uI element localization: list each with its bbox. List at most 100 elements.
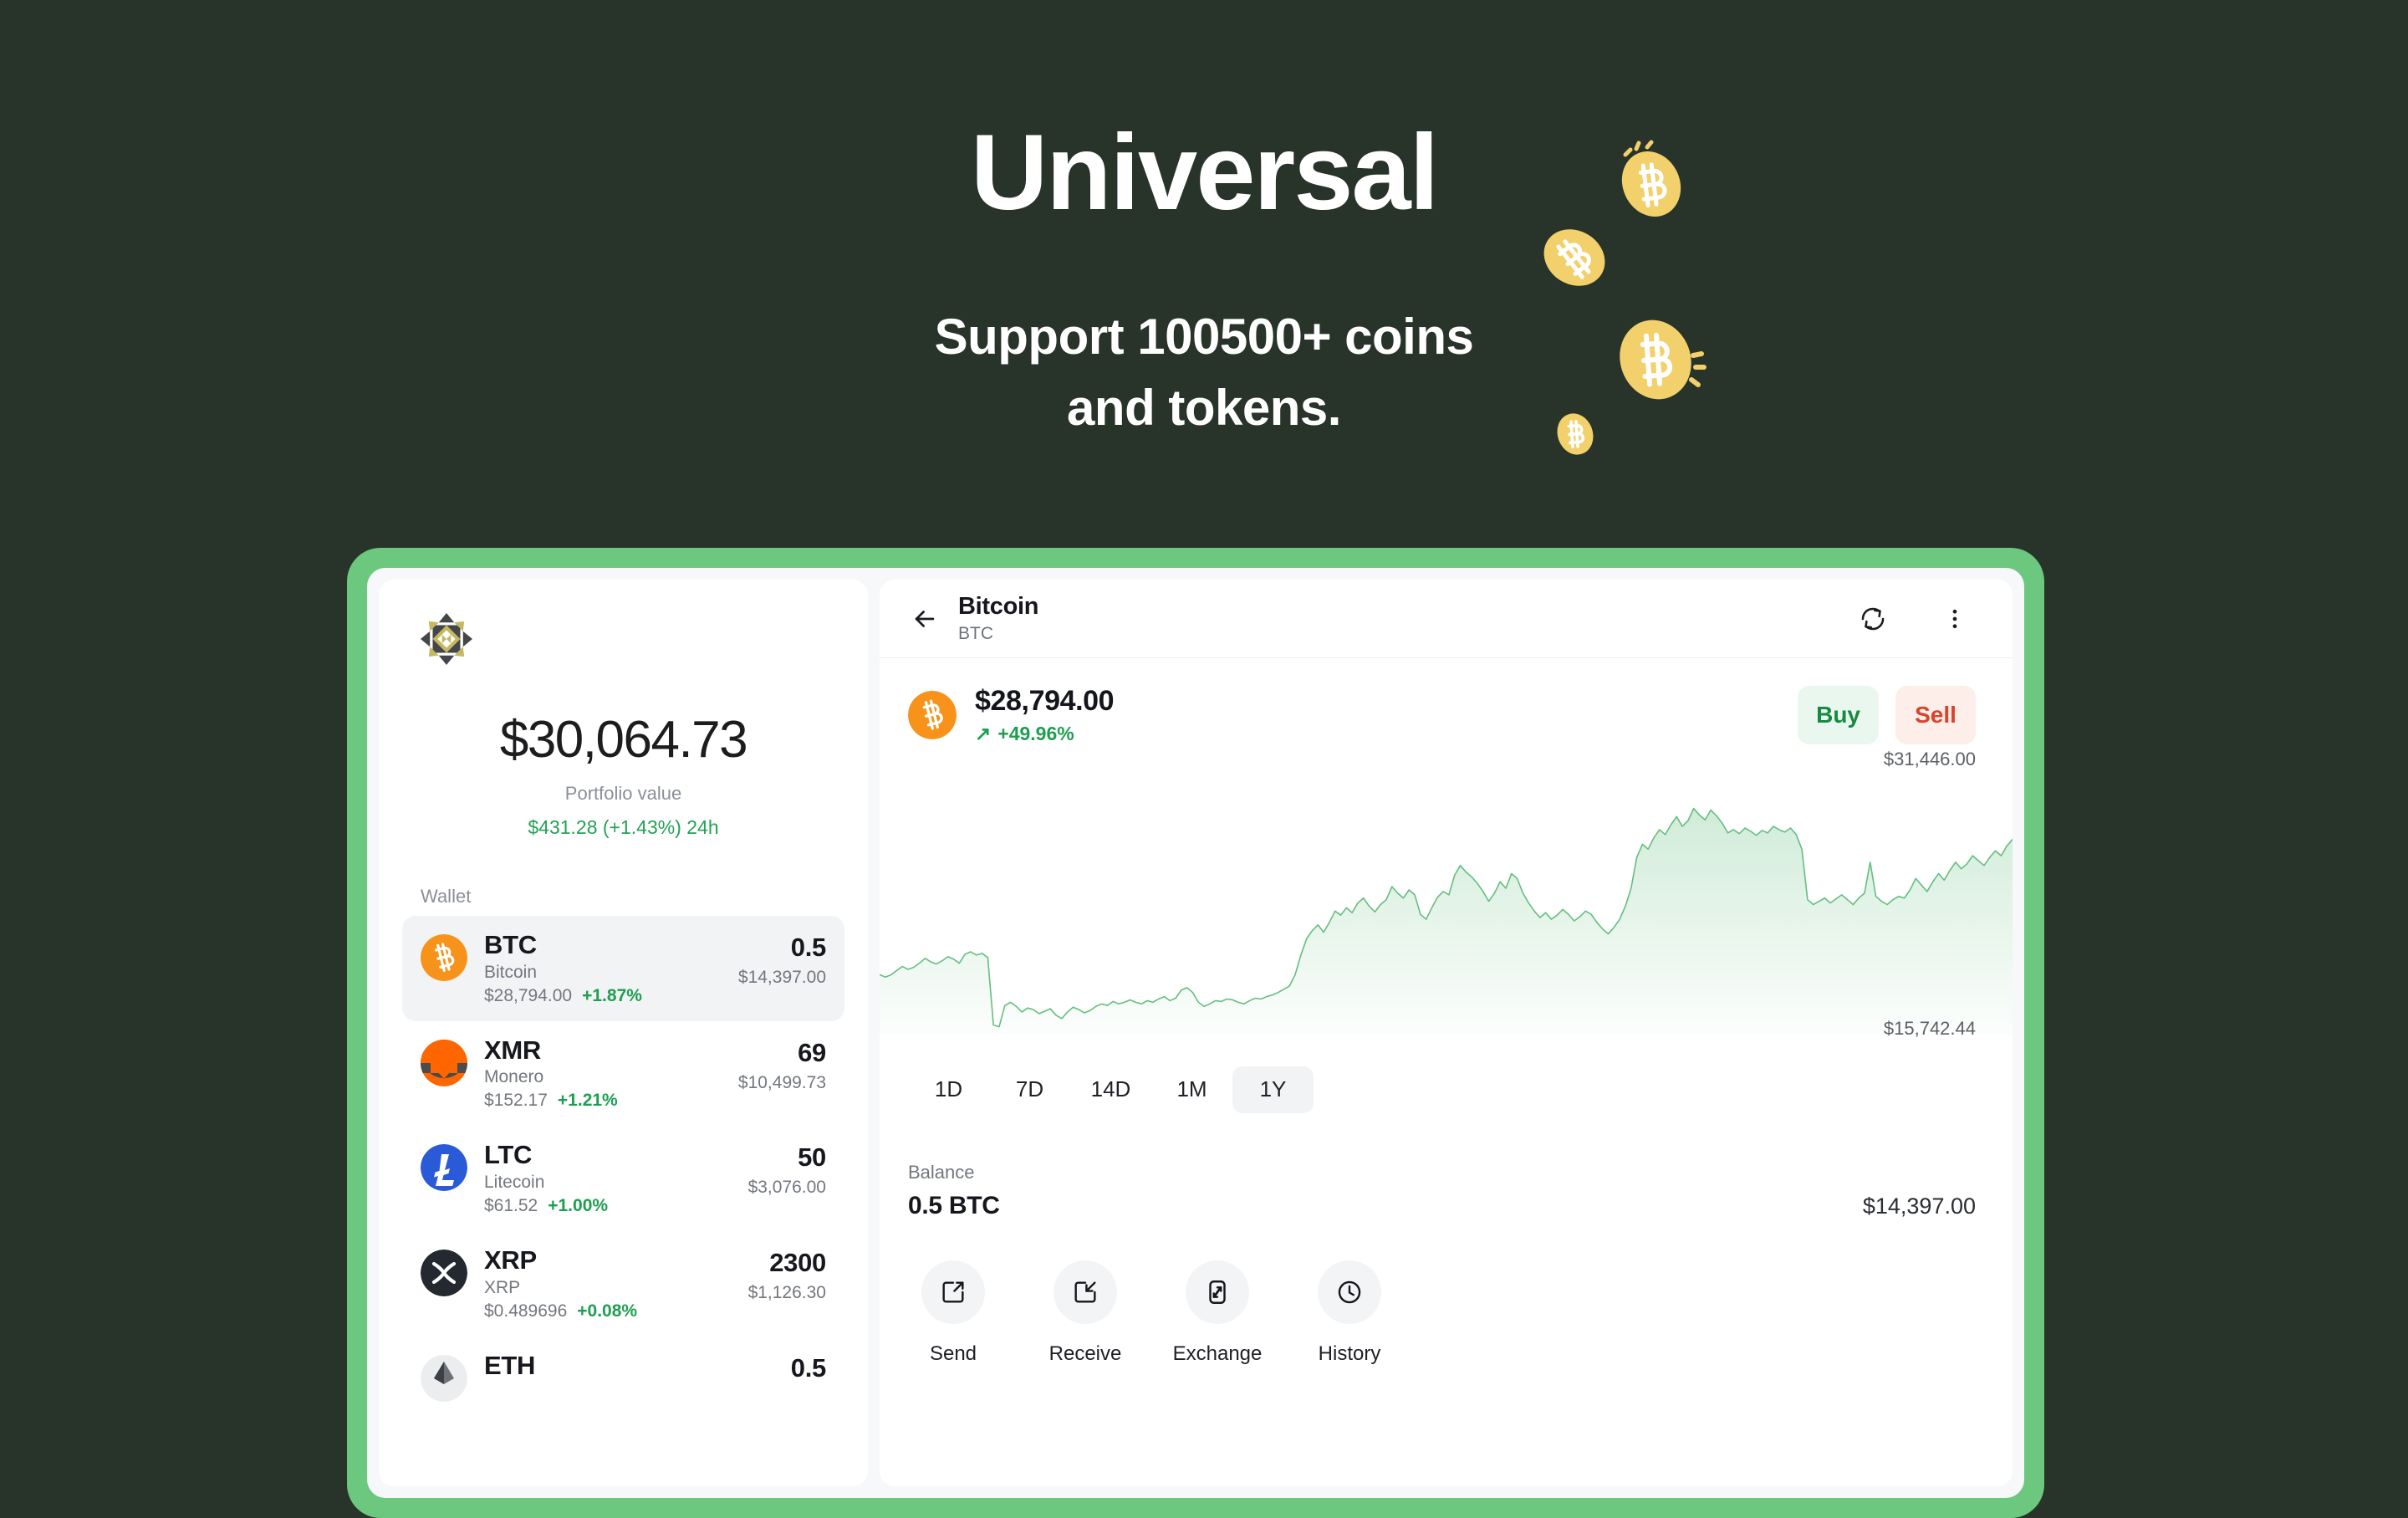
coin-info: XMR Monero $152.17 +1.21%: [484, 1035, 722, 1112]
coin-symbol: ETH: [484, 1350, 536, 1380]
range-7d[interactable]: 7D: [989, 1066, 1070, 1113]
bitcoin-icon: [421, 934, 467, 981]
coin-price-row: $61.52 +1.00%: [484, 1196, 732, 1216]
send-icon-circle: [921, 1260, 985, 1324]
send-button[interactable]: Send: [908, 1260, 998, 1366]
list-item[interactable]: BTC Bitcoin $28,794.00 +1.87% 0.5 $14,397…: [402, 916, 844, 1021]
trend-up-icon: ↗: [975, 722, 992, 744]
history-button[interactable]: History: [1304, 1260, 1395, 1366]
list-item[interactable]: ETH 0.5: [402, 1337, 844, 1417]
asset-price-row: $28,794.00 ↗ +49.96% Buy Sell: [880, 658, 2013, 754]
history-icon: [1338, 1280, 1361, 1303]
asset-title: Bitcoin: [958, 593, 1039, 621]
coin-fiat-value: $14,397.00: [737, 968, 826, 987]
balance-label: Balance: [908, 1161, 975, 1183]
bitcoin-coin-icon-1: [1614, 140, 1689, 222]
coin-info: ETH: [484, 1350, 774, 1381]
price-chart[interactable]: $31,446.00 $15,742.44: [880, 749, 2013, 1039]
exchange-button[interactable]: Exchange: [1172, 1260, 1263, 1366]
refresh-button[interactable]: [1852, 598, 1894, 640]
coin-amount: 69: [798, 1037, 826, 1067]
balance-amount: 0.5 BTC: [908, 1191, 1000, 1219]
asset-price: $28,794.00: [975, 685, 1115, 717]
list-item[interactable]: XRP XRP $0.489696 +0.08% 2300 $1,126.30: [402, 1231, 844, 1337]
bitcoin-icon: [908, 690, 957, 739]
asset-change: ↗ +49.96%: [975, 723, 1798, 745]
coin-change: +1.21%: [557, 1091, 618, 1111]
exchange-label: Exchange: [1172, 1342, 1263, 1365]
range-1d[interactable]: 1D: [908, 1066, 989, 1113]
coin-name: Monero: [484, 1067, 544, 1087]
range-1m[interactable]: 1M: [1151, 1066, 1232, 1113]
bitcoin-coin-icon-4: [1551, 410, 1599, 458]
coin-amount: 0.5: [790, 933, 827, 962]
coin-fiat-value: $10,499.73: [737, 1072, 826, 1092]
wallet-sidebar: $30,064.73 Portfolio value $431.28 (+1.4…: [379, 580, 868, 1486]
chart-high-label: $31,446.00: [1883, 748, 1976, 769]
action-buttons: Send Receive Exchange History: [880, 1220, 2013, 1366]
detail-header: Bitcoin BTC: [880, 580, 2013, 658]
coin-amount: 0.5: [790, 1352, 827, 1383]
page-subtitle: Support 100500+ coins and tokens.: [0, 301, 2408, 443]
exchange-icon: [1209, 1280, 1226, 1304]
balance-fiat: $14,397.00: [1862, 1193, 1976, 1219]
header-titles: Bitcoin BTC: [958, 593, 1852, 644]
coin-price: $61.52: [484, 1196, 538, 1216]
subtitle-line-1: Support 100500+ coins: [934, 309, 1474, 365]
receive-button[interactable]: Receive: [1040, 1260, 1130, 1366]
coin-holdings: 0.5: [790, 1352, 827, 1383]
range-14d[interactable]: 14D: [1070, 1066, 1151, 1113]
history-label: History: [1318, 1342, 1381, 1365]
history-icon-circle: [1318, 1260, 1381, 1324]
asset-detail-panel: Bitcoin BTC $28,794.00 ↗ +49.96% Buy Sel…: [880, 580, 2013, 1486]
coin-amount: 2300: [769, 1248, 826, 1278]
coin-symbol: XRP: [484, 1245, 537, 1275]
coin-price: $0.489696: [484, 1301, 568, 1321]
coin-holdings: 2300 $1,126.30: [747, 1246, 827, 1303]
coin-symbol: XMR: [484, 1035, 541, 1065]
coin-amount: 50: [798, 1142, 826, 1173]
coin-price-row: $28,794.00 +1.87%: [484, 986, 722, 1006]
balance-row: 0.5 BTC $14,397.00: [880, 1183, 2013, 1220]
coin-symbol: LTC: [484, 1140, 533, 1170]
buy-button[interactable]: Buy: [1798, 685, 1879, 744]
coin-symbol: BTC: [484, 930, 537, 959]
coin-list: BTC Bitcoin $28,794.00 +1.87% 0.5 $14,397…: [379, 916, 868, 1417]
chart-svg: [880, 759, 2013, 1035]
coin-info: LTC Litecoin $61.52 +1.00%: [484, 1141, 732, 1216]
coin-holdings: 69 $10,499.73: [738, 1036, 826, 1093]
coin-change: +1.00%: [548, 1196, 609, 1216]
ethereum-icon: [421, 1354, 467, 1402]
chart-low-label: $15,742.44: [1883, 1017, 1976, 1039]
time-range-selector: 1D 7D 14D 1M 1Y: [880, 1035, 2013, 1113]
coin-info: BTC Bitcoin $28,794.00 +1.87%: [484, 930, 722, 1006]
more-options-button[interactable]: [1934, 598, 1976, 640]
coin-name: XRP: [484, 1277, 521, 1297]
trade-buttons: Buy Sell: [1798, 685, 1976, 744]
back-button[interactable]: [903, 597, 946, 641]
coin-name: Bitcoin: [484, 962, 538, 982]
coin-price: $152.17: [484, 1091, 548, 1111]
list-item[interactable]: XMR Monero $152.17 +1.21% 69 $10,499.73: [402, 1021, 844, 1127]
price-block: $28,794.00 ↗ +49.96%: [975, 685, 1798, 745]
subtitle-line-2: and tokens.: [1067, 380, 1341, 437]
page-title: Universal: [970, 113, 1439, 233]
coin-change: +1.87%: [582, 985, 642, 1005]
coin-change: +0.08%: [577, 1301, 638, 1321]
sell-button[interactable]: Sell: [1895, 685, 1976, 744]
coin-price: $28,794.00: [484, 985, 573, 1005]
receive-icon-circle: [1054, 1260, 1117, 1324]
coin-name: Litecoin: [484, 1173, 545, 1193]
asset-ticker: BTC: [958, 623, 993, 643]
range-1y[interactable]: 1Y: [1232, 1066, 1314, 1113]
coin-price-row: $0.489696 +0.08%: [484, 1301, 732, 1321]
litecoin-icon: [421, 1144, 467, 1192]
monero-icon: [421, 1039, 467, 1086]
portfolio-summary: $30,064.73 Portfolio value $431.28 (+1.4…: [379, 710, 868, 839]
app-logo-icon: [419, 611, 474, 667]
coin-fiat-value: $1,126.30: [747, 1283, 826, 1303]
xrp-icon: [421, 1250, 467, 1297]
list-item[interactable]: LTC Litecoin $61.52 +1.00% 50 $3,076.00: [402, 1126, 844, 1231]
refresh-icon: [1861, 607, 1885, 630]
hero-section: Universal Support 100500+ coins and toke…: [0, 0, 2408, 552]
